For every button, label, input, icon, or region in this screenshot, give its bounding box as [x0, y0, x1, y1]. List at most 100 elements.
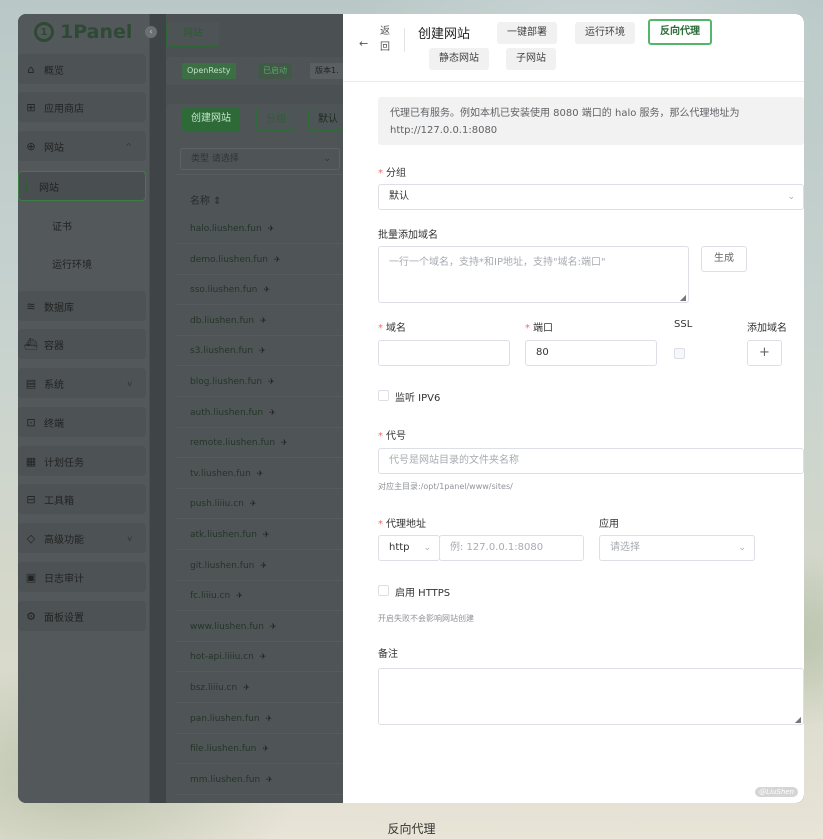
app-select-placeholder: 请选择	[610, 542, 640, 553]
sidebar-item-container[interactable]: ⛴ 容器	[18, 329, 146, 359]
divider	[176, 426, 356, 428]
site-name-link[interactable]: remote.liushen.fun	[190, 438, 275, 448]
resize-handle-icon[interactable]: ◢	[795, 715, 801, 724]
site-name-link[interactable]: pan.liushen.fun	[190, 714, 260, 724]
batch-domain-textarea[interactable]: 一行一个域名，支持*和IP地址，支持"域名:端口" ◢	[378, 246, 689, 303]
sidebar-item-cron[interactable]: ▦ 计划任务	[18, 446, 146, 476]
sidebar-item-settings[interactable]: ⚙ 面板设置	[18, 601, 146, 631]
chevron-down-icon: ⌄	[423, 543, 431, 553]
openresty-badge: OpenResty	[182, 63, 236, 79]
list-item[interactable]: remote.liushen.fun ✈	[190, 433, 288, 453]
ipv6-checkbox[interactable]	[378, 390, 389, 401]
list-item[interactable]: pan.liushen.fun ✈	[190, 709, 272, 729]
site-name-link[interactable]: blog.liushen.fun	[190, 377, 262, 387]
list-item[interactable]: auth.liushen.fun ✈	[190, 403, 276, 423]
sidebar-item-advanced[interactable]: ◇ 高级功能 v	[18, 523, 146, 553]
site-name-link[interactable]: halo.liushen.fun	[190, 224, 262, 234]
sidebar-item-overview[interactable]: ⌂ 概览	[18, 54, 146, 84]
sidebar-item-runtime[interactable]: 运行环境	[18, 248, 146, 278]
sidebar-item-system[interactable]: ▤ 系统 v	[18, 368, 146, 398]
site-name-link[interactable]: tv.liushen.fun	[190, 469, 251, 479]
port-input[interactable]: 80	[525, 340, 657, 366]
app-select[interactable]: 请选择 ⌄	[599, 535, 755, 561]
list-item[interactable]: atk.liushen.fun ✈	[190, 525, 270, 545]
port-label: * 端口	[525, 323, 553, 334]
site-name-link[interactable]: hot-api.liiiu.cn	[190, 652, 254, 662]
divider	[176, 518, 356, 520]
list-item[interactable]: s3.liushen.fun ✈	[190, 341, 266, 361]
sidebar-item-toolbox[interactable]: ⊟ 工具箱	[18, 484, 146, 514]
sidebar-item-label: 数据库	[44, 302, 74, 314]
list-item[interactable]: tv.liushen.fun ✈	[190, 464, 264, 484]
generate-button[interactable]: 生成	[701, 246, 747, 272]
send-icon: ✈	[259, 652, 267, 662]
drawer-header: ← 返回 创建网站 一键部署 运行环境 反向代理 静态网站 子网站	[343, 14, 804, 82]
tab-website[interactable]: 网站	[166, 21, 220, 47]
sidebar-item-database[interactable]: ≋ 数据库	[18, 291, 146, 321]
tab-sub-site[interactable]: 子网站	[506, 48, 556, 70]
sidebar-item-app-store[interactable]: ⊞ 应用商店	[18, 92, 146, 122]
logo-icon: 1	[34, 22, 54, 42]
tab-one-click-deploy[interactable]: 一键部署	[497, 22, 557, 44]
alias-hint: 对应主目录:/opt/1panel/www/sites/	[378, 482, 513, 491]
site-name-link[interactable]: www.liushen.fun	[190, 622, 264, 632]
list-item[interactable]: hot-api.liiiu.cn ✈	[190, 647, 267, 667]
remark-textarea[interactable]: ◢	[378, 668, 804, 725]
list-item[interactable]: sso.liushen.fun ✈	[190, 280, 270, 300]
sidebar-item-logs[interactable]: ▣ 日志审计	[18, 562, 146, 592]
site-name-link[interactable]: push.liiiu.cn	[190, 499, 244, 509]
send-icon: ✈	[268, 377, 275, 386]
alias-input[interactable]: 代号是网站目录的文件夹名称	[378, 448, 804, 474]
site-name-link[interactable]: s3.liushen.fun	[190, 346, 253, 356]
group-button[interactable]: 分组	[256, 107, 296, 131]
group-select[interactable]: 默认 ⌄	[378, 184, 804, 210]
site-name-link[interactable]: git.liushen.fun	[190, 561, 254, 571]
site-name-link[interactable]: fc.liiiu.cn	[190, 591, 230, 601]
column-header-name[interactable]: 名称 ⇕	[190, 192, 222, 207]
list-item[interactable]: blog.liushen.fun ✈	[190, 372, 275, 392]
batch-domain-label: 批量添加域名	[378, 230, 438, 241]
send-icon: ✈	[243, 683, 250, 692]
logo-text: 1Panel	[60, 21, 133, 43]
list-item[interactable]: db.liushen.fun ✈	[190, 311, 267, 331]
divider	[176, 671, 356, 673]
list-item[interactable]: push.liiiu.cn ✈	[190, 494, 257, 514]
https-checkbox[interactable]	[378, 585, 389, 596]
tab-runtime[interactable]: 运行环境	[575, 22, 635, 44]
sidebar-item-label: 证书	[52, 221, 72, 233]
port-label-text: 端口	[533, 323, 553, 334]
list-item[interactable]: mm.liushen.fun ✈	[190, 770, 273, 790]
site-name-link[interactable]: sso.liushen.fun	[190, 285, 257, 295]
resize-handle-icon[interactable]: ◢	[680, 293, 686, 302]
list-item[interactable]: git.liushen.fun ✈	[190, 556, 267, 576]
site-name-link[interactable]: auth.liushen.fun	[190, 408, 263, 418]
sidebar-item-website[interactable]: 网站	[18, 171, 146, 201]
site-name-link[interactable]: bsz.liiiu.cn	[190, 683, 237, 693]
type-filter-select[interactable]: 类型 请选择 ⌄	[180, 148, 340, 170]
site-name-link[interactable]: atk.liushen.fun	[190, 530, 257, 540]
proxy-scheme-select[interactable]: http ⌄	[378, 535, 440, 561]
site-name-link[interactable]: file.liushen.fun	[190, 744, 256, 754]
collapse-sidebar-icon[interactable]: ‹	[145, 26, 157, 38]
list-item[interactable]: bsz.liiiu.cn ✈	[190, 678, 250, 698]
create-website-button[interactable]: 创建网站	[182, 107, 240, 131]
list-item[interactable]: file.liushen.fun ✈	[190, 739, 269, 759]
list-item[interactable]: demo.liushen.fun ✈	[190, 250, 281, 270]
list-item[interactable]: halo.liushen.fun ✈	[190, 219, 274, 239]
add-domain-button[interactable]: +	[747, 340, 782, 366]
domain-input[interactable]	[378, 340, 510, 366]
sidebar-item-certificate[interactable]: 证书	[18, 210, 146, 240]
sidebar-item-terminal[interactable]: ⊡ 终端	[18, 407, 146, 437]
tab-static-site[interactable]: 静态网站	[429, 48, 489, 70]
list-item[interactable]: www.liushen.fun ✈	[190, 617, 277, 637]
database-icon: ≋	[26, 299, 36, 313]
site-name-link[interactable]: db.liushen.fun	[190, 316, 254, 326]
sidebar-item-websites[interactable]: ⊕ 网站 ^	[18, 131, 146, 161]
list-item[interactable]: fc.liiiu.cn ✈	[190, 586, 243, 606]
site-name-link[interactable]: demo.liushen.fun	[190, 255, 268, 265]
ssl-checkbox[interactable]	[674, 348, 685, 359]
tab-reverse-proxy[interactable]: 反向代理	[648, 19, 712, 45]
default-button[interactable]: 默认	[308, 107, 348, 131]
site-name-link[interactable]: mm.liushen.fun	[190, 775, 260, 785]
proxy-address-input[interactable]: 例: 127.0.0.1:8080	[439, 535, 584, 561]
